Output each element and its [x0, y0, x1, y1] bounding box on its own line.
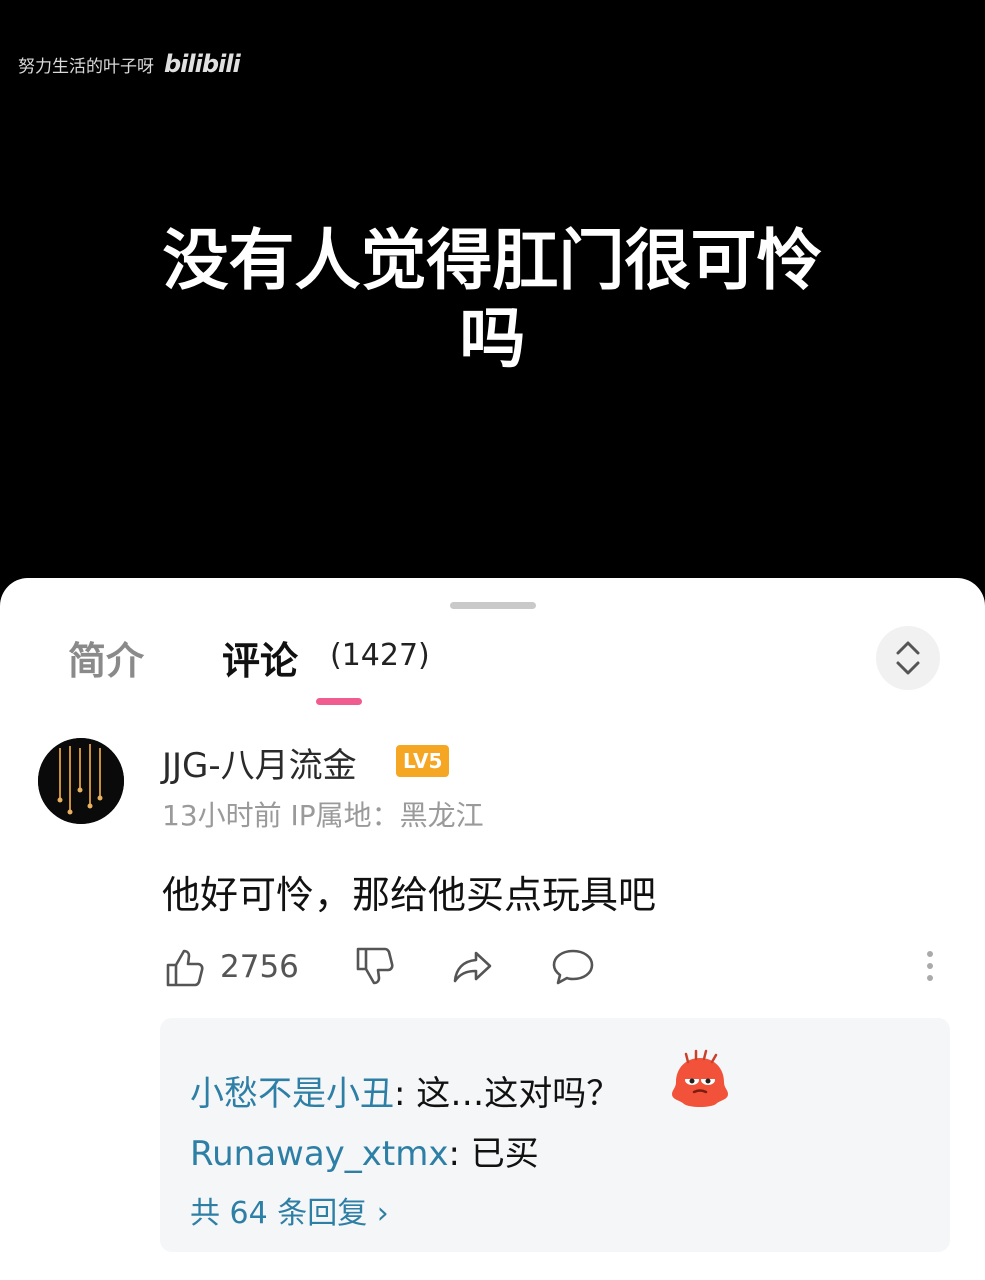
- reply-username[interactable]: Runaway_xtmx: [190, 1134, 449, 1174]
- thumbs-down-icon: [356, 947, 394, 985]
- video-caption: 没有人觉得肛门很可怜 吗: [0, 222, 985, 378]
- comments-count: (1427): [330, 638, 430, 673]
- comment-meta: 13小时前 IP属地：黑龙江: [162, 799, 484, 832]
- angry-red-blob-emoji: [672, 1049, 728, 1107]
- more-options-button[interactable]: [920, 946, 940, 990]
- reply-separator: :: [448, 1134, 471, 1174]
- comment-text: 他好可怜，那给他买点玩具吧: [162, 873, 657, 917]
- dislike-button[interactable]: [352, 944, 396, 990]
- reply-text: 这…这对吗？: [416, 1074, 621, 1114]
- like-button[interactable]: 2756: [162, 944, 299, 990]
- expand-collapse-button[interactable]: [876, 626, 940, 690]
- avatar[interactable]: [38, 738, 124, 824]
- comment-username[interactable]: JJG-八月流金: [162, 738, 357, 787]
- caption-line-2: 吗: [459, 300, 526, 377]
- caption-line-1: 没有人觉得肛门很可怜: [162, 222, 823, 299]
- video-watermark: 努力生活的叶子呀 bilibili: [18, 50, 241, 78]
- more-vertical-icon: [927, 951, 933, 981]
- tab-intro[interactable]: 简介: [68, 630, 144, 685]
- share-icon: [453, 951, 492, 983]
- avatar-image: [38, 738, 124, 824]
- view-all-replies-link[interactable]: 共 64 条回复 ›: [190, 1188, 389, 1232]
- comment-actions: 2756: [162, 944, 942, 990]
- uploader-name: 努力生活的叶子呀: [18, 56, 154, 77]
- video-player[interactable]: 努力生活的叶子呀 bilibili 没有人觉得肛门很可怜 吗: [0, 0, 985, 600]
- like-count: 2756: [220, 949, 299, 985]
- reply-bubble-icon: [552, 949, 594, 985]
- reply-username[interactable]: 小愁不是小丑: [190, 1074, 394, 1114]
- chevron-up-down-icon: [896, 641, 920, 675]
- reply-separator: :: [394, 1074, 417, 1114]
- comments-sheet: 简介 评论 (1427) JJG-八月流金 LV5 13小时前 IP属地：黑龙江…: [0, 578, 985, 1280]
- thumbs-up-icon: [166, 949, 204, 987]
- share-button[interactable]: [450, 944, 496, 990]
- reply-item[interactable]: Runaway_xtmx: 已买: [190, 1126, 539, 1175]
- replies-preview[interactable]: 小愁不是小丑: 这…这对吗？ Runaway_xtmx: 已买 共 64 条回复…: [160, 1018, 950, 1252]
- reply-item[interactable]: 小愁不是小丑: 这…这对吗？: [190, 1066, 620, 1115]
- bilibili-logo: bilibili: [164, 50, 241, 78]
- drag-handle[interactable]: [450, 602, 536, 609]
- active-tab-indicator: [316, 698, 362, 705]
- reply-text: 已买: [470, 1134, 539, 1174]
- level-badge: LV5: [396, 745, 450, 777]
- tab-comments[interactable]: 评论: [222, 630, 298, 685]
- reply-button[interactable]: [550, 944, 596, 990]
